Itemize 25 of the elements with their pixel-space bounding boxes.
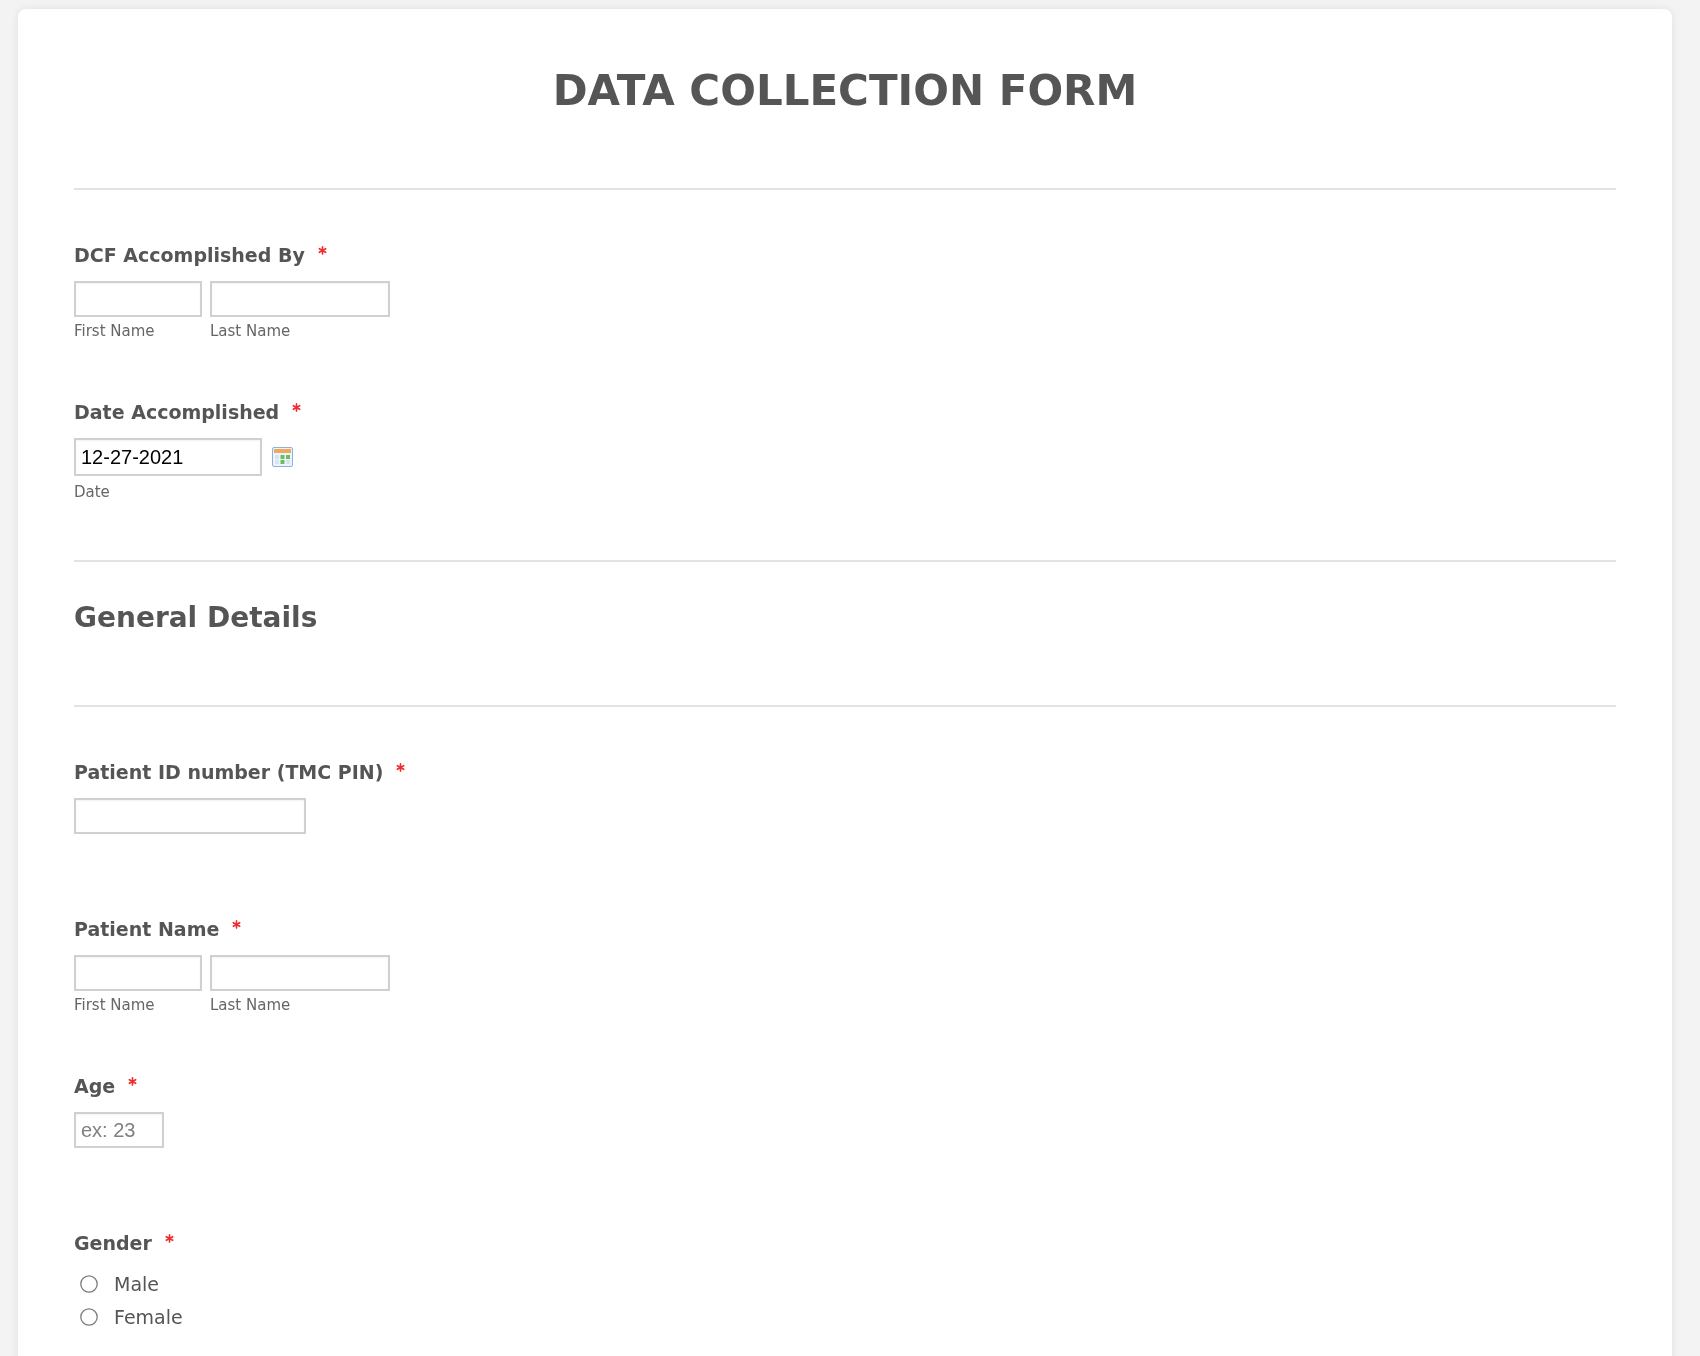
radio-button[interactable] xyxy=(80,1274,98,1293)
field-label: Date Accomplished xyxy=(74,400,280,424)
date-input-field[interactable]: 12-27-2021 xyxy=(74,438,262,476)
field-sublabel: First Name xyxy=(74,996,155,1014)
number-input-field[interactable]: ex: 23 xyxy=(74,1112,164,1148)
text-input-field[interactable] xyxy=(74,281,202,317)
field-sublabel: First Name xyxy=(74,322,155,340)
radio-option-label[interactable]: Female xyxy=(114,1304,183,1329)
text-input-field[interactable] xyxy=(74,798,306,834)
radio-option-label[interactable]: Male xyxy=(114,1271,159,1296)
field-sublabel: Last Name xyxy=(210,996,291,1014)
text-input-field[interactable] xyxy=(210,955,390,991)
field-label: DCF Accomplished By xyxy=(74,243,305,267)
form-title: DATA COLLECTION FORM xyxy=(551,65,1139,117)
calendar-icon[interactable] xyxy=(272,447,293,467)
field-label: Gender xyxy=(74,1231,152,1255)
field-label: Patient Name xyxy=(74,917,220,941)
field-label: Patient ID number (TMC PIN) xyxy=(74,760,384,784)
text-input-field[interactable] xyxy=(210,281,390,317)
field-sublabel: Last Name xyxy=(210,322,291,340)
field-sublabel: Date xyxy=(74,483,110,501)
text-input-field[interactable] xyxy=(74,955,202,991)
field-label: Age xyxy=(74,1074,116,1098)
section-heading: General Details xyxy=(74,600,318,636)
radio-button[interactable] xyxy=(80,1307,98,1326)
